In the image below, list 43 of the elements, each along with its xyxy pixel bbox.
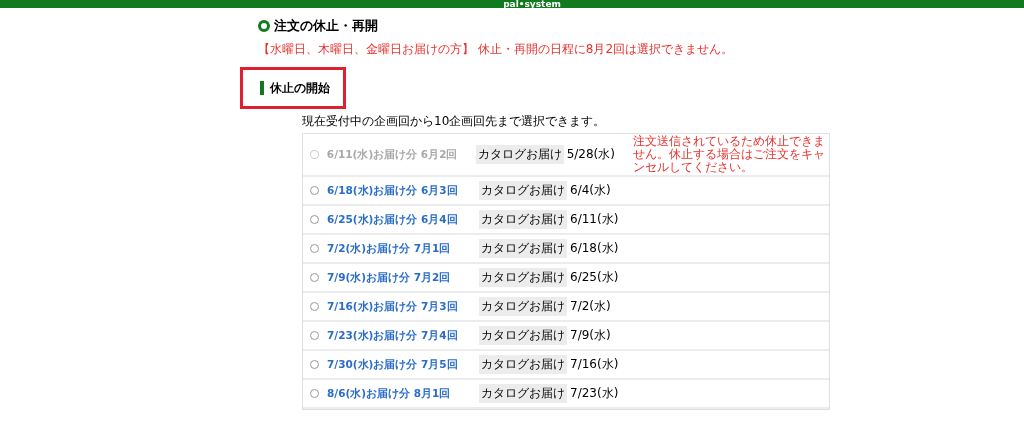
option-label: 7/30(水)お届け分 7月5回 [327, 357, 459, 372]
warning-text: 注文送信されているため休止できません。休止する場合はご注文をキャンセルしてください。 [633, 135, 827, 174]
catalog-date: 6/4(水) [570, 182, 612, 199]
option-row[interactable]: 6/25(水)お届け分 6月4回 カタログお届け 6/11(水) [303, 206, 829, 235]
catalog-date: 7/16(水) [570, 356, 620, 373]
catalog-tag: カタログお届け [479, 355, 567, 374]
option-row[interactable]: 8/6(水)お届け分 8月1回 カタログお届け 7/23(水) [303, 380, 829, 409]
catalog-date: 7/23(水) [570, 385, 620, 402]
section-title: 休止の開始 [270, 80, 330, 96]
page-title: 注文の休止・再開 [274, 17, 378, 35]
catalog-date: 5/28(水) [566, 146, 616, 163]
catalog-tag: カタログお届け [479, 181, 567, 200]
catalog-date: 6/18(水) [570, 240, 620, 257]
section-marker [260, 81, 264, 95]
option-label: 7/2(水)お届け分 7月1回 [327, 241, 452, 256]
option-label: 6/25(水)お届け分 6月4回 [327, 212, 459, 227]
intro-text: 現在受付中の企画回から10企画回先まで選択できます。 [302, 113, 607, 130]
option-row[interactable]: 7/2(水)お届け分 7月1回 カタログお届け 6/18(水) [303, 235, 829, 264]
option-row[interactable]: 7/16(水)お届け分 7月3回 カタログお届け 7/2(水) [303, 293, 829, 322]
option-row[interactable]: 7/9(水)お届け分 7月2回 カタログお届け 6/25(水) [303, 264, 829, 293]
site-logo[interactable]: pal•system [463, 0, 561, 8]
option-label: 7/16(水)お届け分 7月3回 [327, 299, 459, 314]
option-row[interactable]: 7/23(水)お届け分 7月4回 カタログお届け 7/9(水) [303, 322, 829, 351]
catalog-tag: カタログお届け [475, 145, 564, 164]
catalog-date: 7/2(水) [570, 298, 612, 315]
option-label: 6/18(水)お届け分 6月3回 [327, 183, 459, 198]
catalog-tag: カタログお届け [479, 239, 567, 258]
catalog-tag: カタログお届け [479, 384, 567, 403]
option-label: 6/11(水)お届け分 6月2回 [326, 147, 459, 162]
catalog-date: 6/11(水) [570, 211, 620, 228]
circle-icon [258, 20, 270, 32]
catalog-date: 7/9(水) [570, 327, 612, 344]
option-row[interactable]: 6/18(水)お届け分 6月3回 カタログお届け 6/4(水) [303, 177, 829, 206]
catalog-tag: カタログお届け [479, 326, 567, 345]
catalog-tag: カタログお届け [479, 268, 567, 287]
catalog-tag: カタログお届け [479, 297, 567, 316]
catalog-tag: カタログお届け [479, 210, 567, 229]
catalog-date: 6/25(水) [570, 269, 620, 286]
option-label: 8/6(水)お届け分 8月1回 [327, 386, 452, 401]
notice-text: 【水曜日、木曜日、金曜日お届けの方】 休止・再開の日程に8月2回は選択できません。 [258, 41, 735, 58]
option-label: 7/9(水)お届け分 7月2回 [327, 270, 452, 285]
option-label: 7/23(水)お届け分 7月4回 [327, 328, 459, 343]
option-row[interactable]: 7/30(水)お届け分 7月5回 カタログお届け 7/16(水) [303, 351, 829, 380]
